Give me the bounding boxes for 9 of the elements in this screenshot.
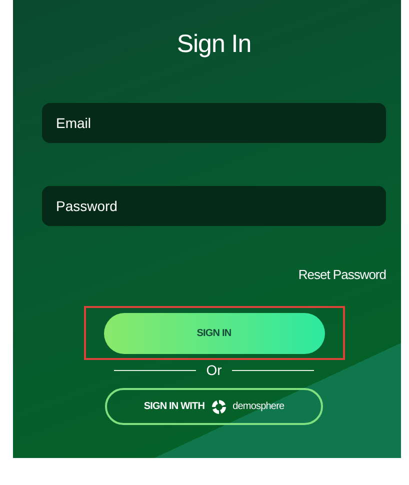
reset-password-link[interactable]: Reset Password xyxy=(298,267,386,282)
input-field[interactable]: Password xyxy=(42,186,386,226)
page-title: Sign In xyxy=(176,30,252,59)
sso-sign-in-button[interactable]: SIGN IN WITH demosphere xyxy=(105,388,323,425)
input-field[interactable]: Email xyxy=(42,103,386,143)
divider-text: Or xyxy=(206,362,222,378)
brand-name: demosphere xyxy=(232,401,284,412)
swirl-logo-icon xyxy=(210,398,227,414)
sign-in-button[interactable]: SIGN IN xyxy=(104,312,324,354)
